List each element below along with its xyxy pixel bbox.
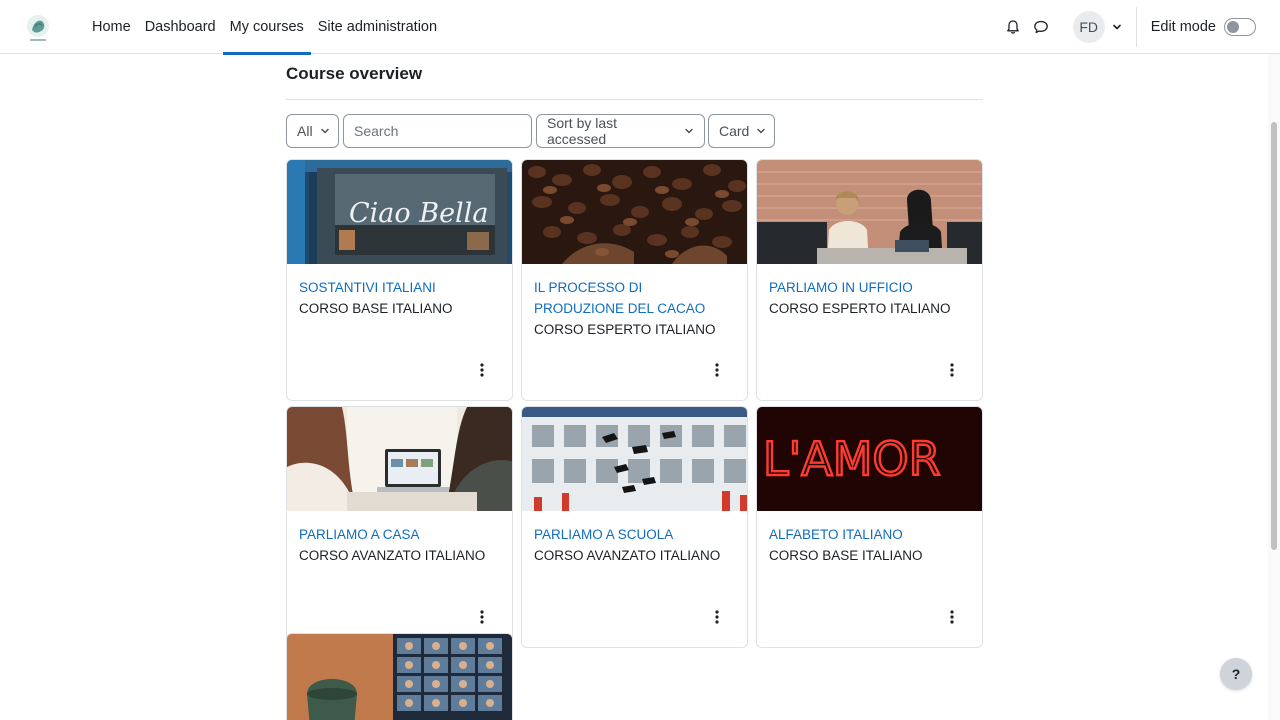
storefront-sign-text: Ciao Bella xyxy=(349,198,488,229)
more-options-icon[interactable] xyxy=(944,361,960,379)
search-field[interactable] xyxy=(343,114,532,148)
sort-value: Sort by last accessed xyxy=(547,115,618,147)
course-category: CORSO BASE ITALIANO xyxy=(299,301,453,316)
bell-icon[interactable] xyxy=(999,13,1027,41)
course-card[interactable]: PARLIAMO IN UFFICIO CORSO ESPERTO ITALIA… xyxy=(756,159,983,401)
scrollbar-thumb[interactable] xyxy=(1271,122,1277,550)
more-options-icon[interactable] xyxy=(474,361,490,379)
course-image-neon-sign[interactable]: L'AMOR xyxy=(757,407,982,511)
course-category: CORSO AVANZATO ITALIANO xyxy=(534,548,721,563)
view-value: Card xyxy=(719,123,750,139)
course-image-video-call[interactable] xyxy=(287,634,512,720)
course-category: CORSO AVANZATO ITALIANO xyxy=(299,548,486,563)
course-overview-region: Course overview All Sort by last accesse… xyxy=(286,54,983,148)
course-name-link[interactable]: PARLIAMO A SCUOLA xyxy=(534,524,735,545)
course-name-link[interactable]: IL PROCESSO DI PRODUZIONE DEL CACAO xyxy=(534,277,735,319)
nav-my-courses[interactable]: My courses xyxy=(222,0,311,55)
nav-dashboard[interactable]: Dashboard xyxy=(138,0,223,54)
course-card[interactable]: L'AMOR ALFABETO ITALIANO CORSO BASE ITAL… xyxy=(756,406,983,648)
nav-home[interactable]: Home xyxy=(85,0,138,54)
course-image-graduation[interactable] xyxy=(522,407,747,511)
site-logo[interactable] xyxy=(22,10,54,44)
course-card[interactable]: Ciao Bella SOSTANTIVI ITALIANI CORSO BAS… xyxy=(286,159,513,401)
course-card[interactable]: PARLIAMO A SCUOLA CORSO AVANZATO ITALIAN… xyxy=(521,406,748,648)
page-title: Course overview xyxy=(286,64,423,83)
more-options-icon[interactable] xyxy=(709,608,725,626)
title-divider xyxy=(286,99,983,100)
more-options-icon[interactable] xyxy=(474,608,490,626)
help-button[interactable]: ? xyxy=(1220,658,1252,690)
view-dropdown[interactable]: Card xyxy=(708,114,775,148)
sort-dropdown[interactable]: Sort by last accessed xyxy=(536,114,705,148)
course-category: CORSO BASE ITALIANO xyxy=(769,548,923,563)
edit-mode-toggle[interactable] xyxy=(1224,18,1256,36)
course-image-home-laptop[interactable] xyxy=(287,407,512,511)
edit-mode-label: Edit mode xyxy=(1150,19,1216,35)
chat-icon[interactable] xyxy=(1027,13,1055,41)
chevron-down-icon xyxy=(756,126,766,136)
more-options-icon[interactable] xyxy=(709,361,725,379)
page-scrollbar[interactable] xyxy=(1268,54,1280,720)
chevron-down-icon xyxy=(320,126,330,136)
more-options-icon[interactable] xyxy=(944,608,960,626)
avatar[interactable]: FD xyxy=(1072,11,1105,43)
course-card[interactable]: PARLIAMO A CASA CORSO AVANZATO ITALIANO xyxy=(286,406,513,648)
user-menu[interactable]: FD xyxy=(1072,11,1123,43)
grouping-dropdown[interactable]: All xyxy=(286,114,339,148)
course-name-link[interactable]: PARLIAMO IN UFFICIO xyxy=(769,277,970,298)
top-navbar: Home Dashboard My courses Site administr… xyxy=(0,0,1280,55)
neon-sign-text: L'AMOR xyxy=(763,432,941,486)
course-card[interactable]: IL PROCESSO DI PRODUZIONE DEL CACAO CORS… xyxy=(521,159,748,401)
course-filters: All Sort by last accessed Card xyxy=(286,114,983,148)
course-name-link[interactable]: SOSTANTIVI ITALIANI xyxy=(299,277,500,298)
search-input[interactable] xyxy=(354,123,521,139)
chevron-down-icon xyxy=(1111,21,1123,33)
grouping-value: All xyxy=(297,123,313,139)
course-name-link[interactable]: ALFABETO ITALIANO xyxy=(769,524,970,545)
course-image-office[interactable] xyxy=(757,160,982,264)
course-image-cocoa[interactable] xyxy=(522,160,747,264)
nav-divider xyxy=(1135,7,1137,47)
course-name-link[interactable]: PARLIAMO A CASA xyxy=(299,524,500,545)
chevron-down-icon xyxy=(684,126,694,136)
course-category: CORSO ESPERTO ITALIANO xyxy=(534,322,716,337)
course-category: CORSO ESPERTO ITALIANO xyxy=(769,301,951,316)
nav-site-administration[interactable]: Site administration xyxy=(311,0,444,54)
course-card[interactable] xyxy=(286,633,513,720)
course-image-storefront[interactable]: Ciao Bella xyxy=(287,160,512,264)
